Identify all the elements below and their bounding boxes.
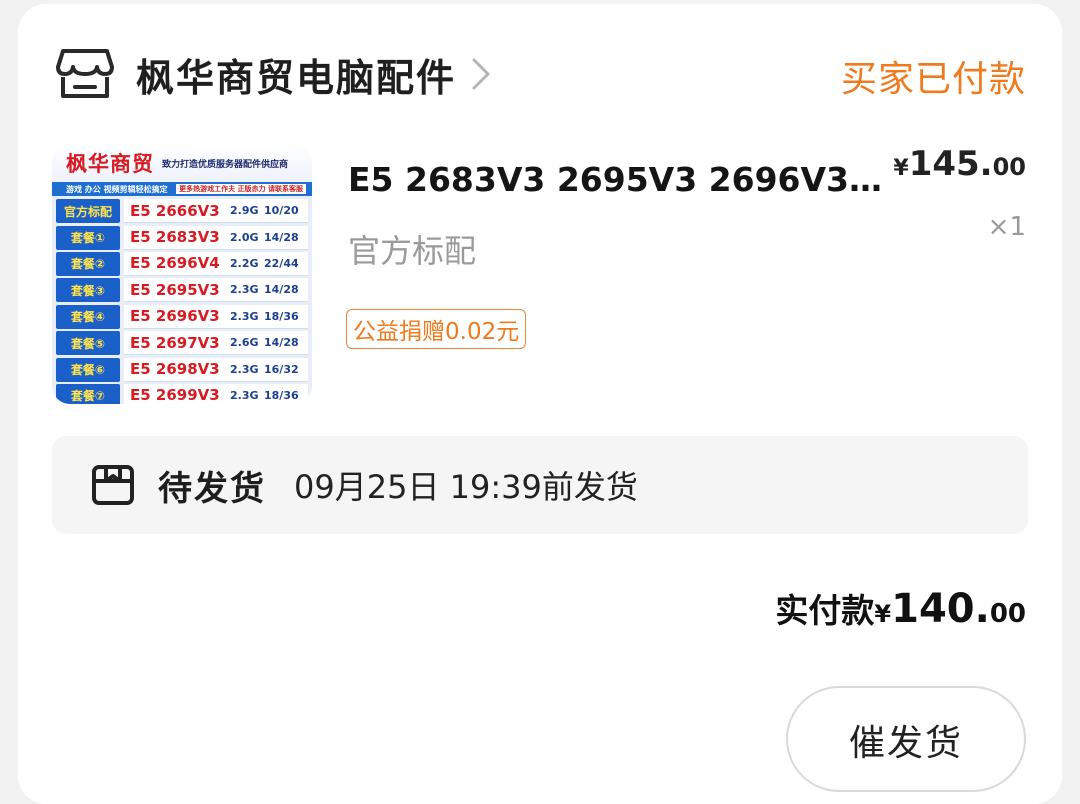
spec-cell: E5 2695V3 2.3G 14/28 — [124, 278, 308, 303]
spec-package-label: 套餐⑤ — [56, 331, 120, 356]
spec-cell: E5 2683V3 2.0G 14/28 — [124, 225, 308, 250]
spec-package-label: 套餐⑥ — [56, 357, 120, 382]
spec-model: E5 2699V3 — [130, 386, 220, 404]
spec-cell: E5 2696V3 2.3G 18/36 — [124, 304, 308, 329]
product-thumbnail[interactable]: 枫华商贸 致力打造优质服务器配件供应商 游戏 办公 视频剪辑轻松搞定 更多热游戏… — [52, 144, 312, 404]
spec-frequency: 2.9G — [230, 204, 259, 218]
spec-cores: 18/36 — [264, 388, 299, 402]
spec-cores: 14/28 — [264, 283, 299, 297]
spec-package-label: 套餐⑦ — [56, 383, 120, 404]
spec-package-label: 套餐④ — [56, 304, 120, 329]
thumbnail-brand: 枫华商贸 — [66, 151, 154, 176]
spec-frequency: 2.2G — [230, 256, 259, 270]
store-icon — [54, 46, 116, 102]
spec-package-label: 官方标配 — [56, 199, 120, 224]
order-card: 枫华商贸电脑配件 买家已付款 枫华商贸 致力打造优质服务器配件供应商 游戏 办公… — [18, 4, 1062, 804]
thumbnail-note: 更多热游戏工作夫 正版赤力 请联系客服 — [176, 184, 306, 194]
spec-cores: 10/20 — [264, 204, 299, 218]
spec-model: E5 2698V3 — [130, 360, 220, 379]
spec-cores: 18/36 — [264, 309, 299, 323]
spec-package-label: 套餐③ — [56, 278, 120, 303]
spec-model: E5 2695V3 — [130, 280, 220, 299]
spec-frequency: 2.3G — [230, 388, 259, 402]
thumbnail-subtitle: 游戏 办公 视频剪辑轻松搞定 — [66, 184, 168, 194]
total-label: 实付款 — [775, 591, 875, 630]
total-paid: 实付款¥140.00 — [775, 584, 1026, 632]
spec-model: E5 2697V3 — [130, 333, 220, 352]
order-status: 买家已付款 — [840, 59, 1026, 100]
price-decimal: 00 — [992, 153, 1026, 181]
thumbnail-spec-row: 套餐③ E5 2695V3 2.3G 14/28 — [56, 277, 308, 303]
spec-model: E5 2666V3 — [130, 201, 220, 220]
charity-badge: 公益捐赠0.02元 — [346, 309, 527, 349]
thumbnail-spec-table: 官方标配 E5 2666V3 2.9G 10/20 套餐① E5 2683V3 2.0G 14… — [52, 196, 312, 404]
spec-cores: 14/28 — [264, 336, 299, 350]
spec-cell: E5 2697V3 2.6G 14/28 — [124, 331, 308, 356]
shop-name[interactable]: 枫华商贸电脑配件 — [136, 47, 456, 102]
spec-cores: 22/44 — [264, 256, 299, 270]
spec-model: E5 2696V3 — [130, 307, 220, 326]
spec-frequency: 2.3G — [230, 309, 259, 323]
product-title[interactable]: E5 2683V3 2695V3 2696V3 2697V3 2698V3 26… — [348, 160, 893, 199]
spec-frequency: 2.6G — [230, 336, 259, 350]
price-currency: ¥ — [893, 156, 909, 181]
total-integer: 140. — [891, 586, 990, 632]
spec-package-label: 套餐① — [56, 225, 120, 250]
thumbnail-spec-row: 套餐① E5 2683V3 2.0G 14/28 — [56, 224, 308, 250]
total-decimal: 00 — [989, 599, 1026, 629]
shipping-status-bar[interactable]: 待发货 09月25日 19:39前发货 — [52, 436, 1028, 534]
spec-frequency: 2.0G — [230, 230, 259, 244]
spec-frequency: 2.3G — [230, 283, 259, 297]
thumbnail-spec-row: 官方标配 E5 2666V3 2.9G 10/20 — [56, 198, 308, 224]
product-variant: 官方标配 — [348, 232, 477, 270]
spec-cell: E5 2666V3 2.9G 10/20 — [124, 199, 308, 224]
spec-cell: E5 2696V4 2.2G 22/44 — [124, 251, 308, 276]
shipping-status: 待发货 — [158, 468, 266, 509]
chevron-right-icon — [470, 54, 498, 94]
spec-cell: E5 2699V3 2.3G 18/36 — [124, 383, 308, 404]
total-currency: ¥ — [874, 600, 892, 628]
spec-model: E5 2683V3 — [130, 228, 220, 247]
spec-cell: E5 2698V3 2.3G 16/32 — [124, 357, 308, 382]
spec-cores: 16/32 — [264, 362, 299, 376]
price-integer: 145. — [908, 144, 993, 184]
spec-cores: 14/28 — [264, 230, 299, 244]
thumbnail-spec-row: 套餐⑤ E5 2697V3 2.6G 14/28 — [56, 330, 308, 356]
package-box-icon — [90, 462, 136, 508]
urge-shipping-button[interactable]: 催发货 — [786, 686, 1026, 792]
thumbnail-spec-row: 套餐② E5 2696V4 2.2G 22/44 — [56, 251, 308, 277]
thumbnail-spec-row: 套餐⑥ E5 2698V3 2.3G 16/32 — [56, 356, 308, 382]
shipping-deadline: 09月25日 19:39前发货 — [294, 468, 638, 506]
thumbnail-slogan: 致力打造优质服务器配件供应商 — [162, 159, 289, 170]
thumbnail-spec-row: 套餐⑦ E5 2699V3 2.3G 18/36 — [56, 383, 308, 404]
thumbnail-spec-row: 套餐④ E5 2696V3 2.3G 18/36 — [56, 304, 308, 330]
shop-header[interactable]: 枫华商贸电脑配件 — [54, 42, 498, 106]
spec-package-label: 套餐② — [56, 251, 120, 276]
spec-model: E5 2696V4 — [130, 254, 220, 273]
product-price: ¥145.00 — [893, 144, 1026, 184]
product-quantity: ×1 — [987, 212, 1026, 242]
spec-frequency: 2.3G — [230, 362, 259, 376]
